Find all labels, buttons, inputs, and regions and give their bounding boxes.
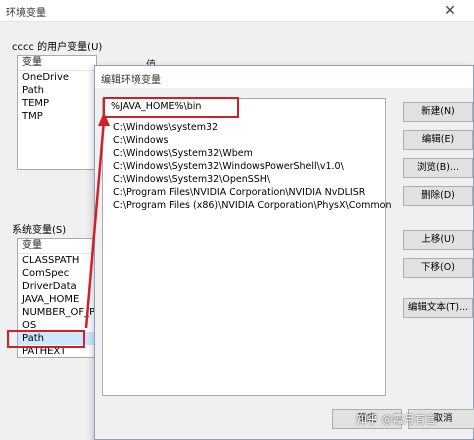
path-edit-field[interactable]: %JAVA_HOME%\bin: [103, 97, 239, 118]
list-item[interactable]: NUMBER_OF_PRO: [18, 306, 96, 319]
list-item[interactable]: C:\Windows\System32\Wbem: [113, 147, 253, 160]
list-item[interactable]: C:\Windows\system32: [113, 121, 218, 134]
user-variables-list[interactable]: 变量 OneDrive Path TEMP TMP: [17, 55, 97, 170]
close-icon[interactable]: ✕: [426, 0, 474, 22]
list-item[interactable]: OneDrive: [18, 71, 96, 84]
background-window-titlebar: [0, 0, 474, 22]
list-item[interactable]: C:\Windows: [113, 134, 168, 147]
list-item[interactable]: C:\Program Files\NVIDIA Corporation\NVID…: [113, 186, 365, 199]
background-window-title: 环境变量: [6, 8, 46, 19]
list-item[interactable]: JAVA_HOME: [18, 293, 96, 306]
edit-text-button[interactable]: 编辑文本(T)...: [403, 298, 473, 318]
user-variables-label: cccc 的用户变量(U): [12, 42, 103, 53]
path-edit-value: %JAVA_HOME%\bin: [111, 101, 202, 112]
move-down-button[interactable]: 下移(O): [403, 258, 473, 278]
list-item[interactable]: TMP: [18, 110, 96, 123]
list-item[interactable]: C:\Windows\System32\WindowsPowerShell\v1…: [113, 160, 344, 173]
list-item[interactable]: Path: [18, 84, 96, 97]
list-item[interactable]: CLASSPATH: [18, 254, 96, 267]
variable-column-header: 变量: [18, 239, 96, 254]
watermark: 知乎 @霞月有言: [356, 413, 437, 426]
path-entries-list[interactable]: C:\Windows\system32 C:\Windows C:\Window…: [102, 98, 392, 396]
browse-button[interactable]: 浏览(B)...: [403, 158, 473, 178]
list-item[interactable]: ComSpec: [18, 267, 96, 280]
list-item[interactable]: TEMP: [18, 97, 96, 110]
list-item[interactable]: DriverData: [18, 280, 96, 293]
edit-button[interactable]: 编辑(E): [403, 130, 473, 150]
edit-env-dialog: 编辑环境变量 C:\Windows\system32 C:\Windows C:…: [94, 65, 474, 440]
list-item[interactable]: C:\Program Files (x86)\NVIDIA Corporatio…: [113, 199, 392, 212]
list-item[interactable]: C:\Windows\System32\OpenSSH\: [113, 173, 270, 186]
system-variables-label: 系统变量(S): [12, 225, 67, 236]
move-up-button[interactable]: 上移(U): [403, 230, 473, 250]
dialog-title: 编辑环境变量: [101, 75, 161, 86]
variable-column-header: 变量: [18, 56, 96, 71]
path-highlight-box: [7, 330, 85, 348]
new-button[interactable]: 新建(N): [403, 102, 473, 122]
delete-button[interactable]: 删除(D): [403, 186, 473, 206]
